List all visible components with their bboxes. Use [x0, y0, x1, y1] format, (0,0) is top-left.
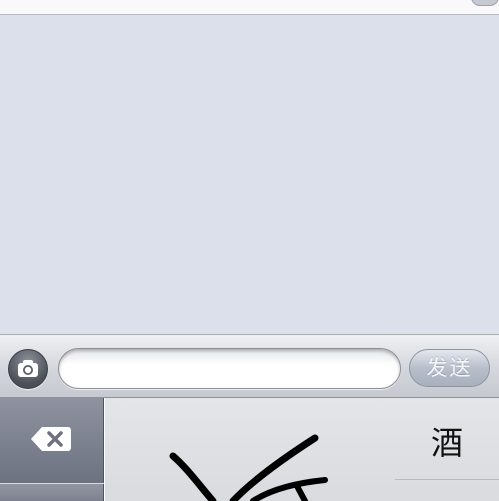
camera-icon	[18, 360, 38, 377]
camera-button[interactable]	[8, 349, 48, 389]
handwriting-keyboard: 酒	[0, 398, 499, 501]
candidate-key[interactable]: 酒	[395, 398, 499, 480]
backspace-icon	[31, 427, 71, 451]
top-right-control[interactable]	[471, 0, 499, 6]
top-bar	[0, 0, 499, 15]
candidate-label: 酒	[430, 424, 463, 462]
message-input[interactable]	[58, 348, 401, 389]
keyboard-switch-key[interactable]	[0, 484, 104, 501]
delete-key[interactable]	[0, 398, 104, 483]
send-button[interactable]: 发送	[409, 349, 490, 387]
message-composer-bar: 发送	[0, 334, 499, 398]
message-area	[0, 15, 499, 334]
